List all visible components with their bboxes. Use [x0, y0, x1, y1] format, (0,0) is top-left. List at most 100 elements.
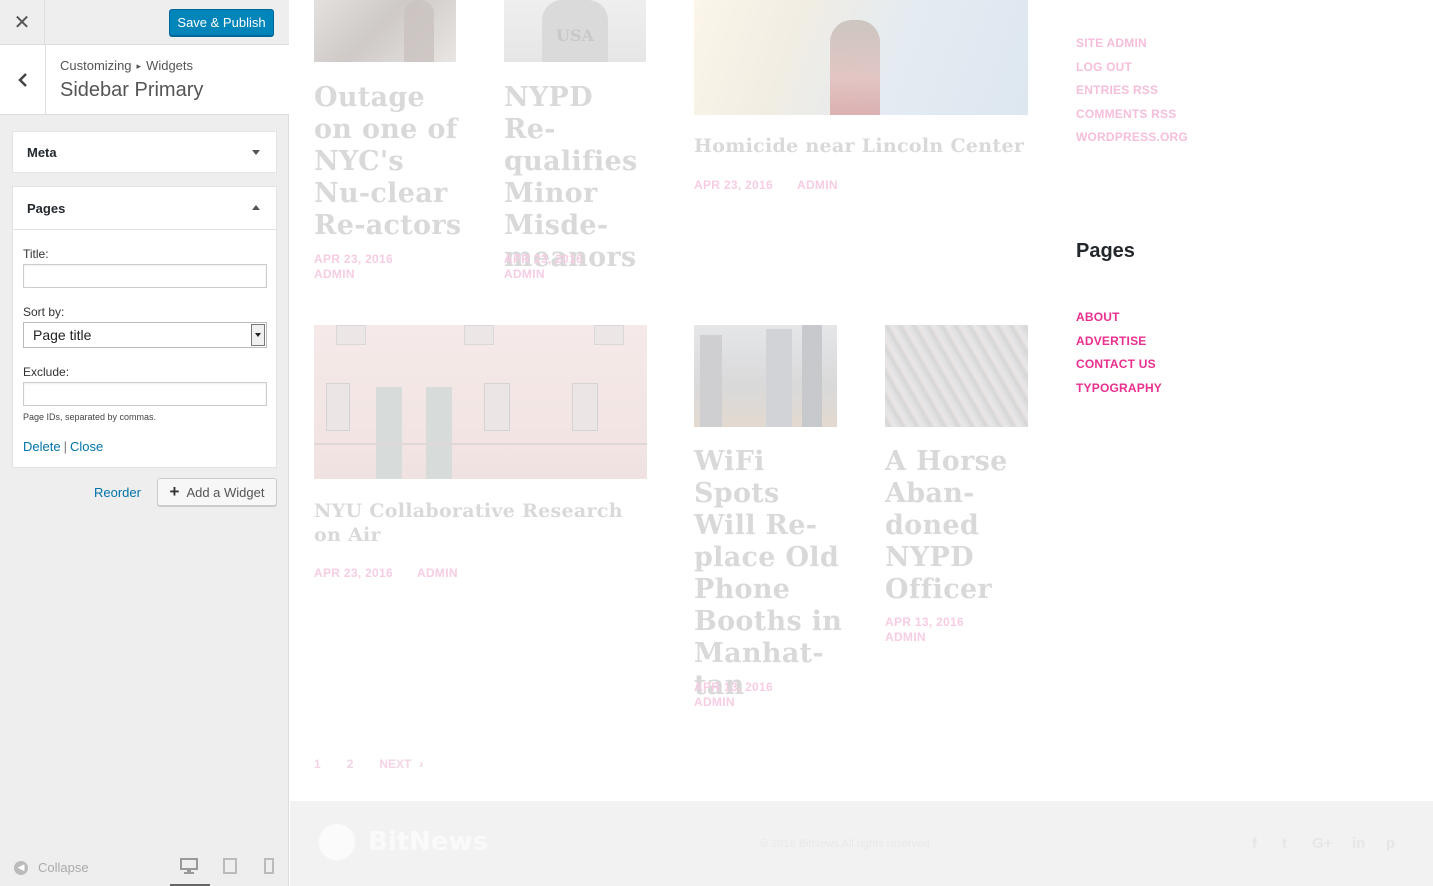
post-date: APR 23, 2016 — [314, 566, 393, 580]
caret-up-icon[interactable] — [252, 205, 260, 210]
post-thumbnail[interactable]: USA — [504, 0, 646, 62]
meta-widget[interactable]: Meta — [12, 131, 277, 173]
post-meta: APR 13, 2016 ADMIN — [885, 615, 964, 645]
breadcrumb: Customizing ▸ Widgets — [60, 58, 193, 73]
next-label: NEXT — [379, 757, 412, 771]
log-out-link[interactable]: LOG OUT — [1076, 56, 1188, 80]
post-title[interactable]: Outage on one of NYC's Nu-clear Re-actor… — [314, 82, 464, 242]
google-plus-icon[interactable]: G+ — [1312, 835, 1332, 852]
post-title[interactable]: WiFi Spots Will Re-place Old Phone Booth… — [694, 446, 844, 702]
post-author[interactable]: ADMIN — [417, 566, 458, 580]
collapse-button[interactable]: ◀ Collapse — [14, 860, 89, 875]
post-title[interactable]: NYPD Re-qualifies Minor Misde-meanors — [504, 82, 654, 274]
site-admin-link[interactable]: SITE ADMIN — [1076, 32, 1188, 56]
footer-logo-text: BitNews — [368, 827, 489, 857]
twitter-icon[interactable]: t — [1282, 835, 1287, 852]
next-page-link[interactable]: NEXT › — [379, 757, 423, 771]
post-meta: APR 23, 2016 ADMIN — [314, 566, 482, 580]
save-publish-button[interactable]: Save & Publish — [169, 9, 274, 36]
pagination: 1 2 NEXT › — [314, 757, 449, 771]
close-widget-link[interactable]: Close — [70, 439, 103, 454]
post-author[interactable]: ADMIN — [797, 178, 838, 192]
desktop-icon — [180, 858, 198, 874]
add-widget-button[interactable]: + Add a Widget — [157, 478, 277, 506]
page-2-link[interactable]: 2 — [347, 757, 354, 771]
post-meta: APR 13, 2016 ADMIN — [694, 680, 773, 710]
chevron-left-icon — [17, 72, 27, 87]
post-thumbnail[interactable] — [694, 0, 1028, 115]
tablet-icon — [223, 858, 237, 874]
post-title[interactable]: NYU Collaborative Research on Air — [314, 499, 644, 547]
post-thumbnail[interactable] — [885, 325, 1028, 427]
back-button[interactable] — [0, 45, 46, 114]
pages-widget: Pages Title: Sort by: Page title Exclude… — [12, 186, 277, 468]
linkedin-icon[interactable]: in — [1352, 835, 1365, 852]
post-thumbnail[interactable] — [694, 325, 837, 427]
page-1-link[interactable]: 1 — [314, 757, 321, 771]
post-date: APR 13, 2016 — [885, 615, 964, 629]
footer-logo[interactable]: BitNews — [318, 823, 488, 861]
advertise-link[interactable]: ADVERTISE — [1076, 330, 1162, 354]
shirt-print-image: USA — [556, 26, 594, 45]
post-author[interactable]: ADMIN — [314, 267, 393, 282]
exclude-field[interactable] — [23, 382, 267, 406]
post-thumbnail[interactable] — [314, 325, 647, 479]
post-date: APR 13, 2016 — [694, 680, 773, 694]
post-date: APR 23, 2016 — [694, 178, 773, 192]
collapse-arrow-icon: ◀ — [14, 860, 28, 875]
sort-by-label: Sort by: — [23, 305, 65, 319]
exclude-description: Page IDs, separated by commas. — [23, 412, 157, 422]
about-link[interactable]: ABOUT — [1076, 306, 1162, 330]
meta-widget-header[interactable]: Meta — [13, 132, 276, 172]
plus-icon: + — [169, 482, 180, 501]
post-title[interactable]: Homicide near Lincoln Center — [694, 133, 1034, 159]
section-title: Sidebar Primary — [60, 79, 204, 101]
meta-widget-title: Meta — [27, 144, 57, 160]
pages-widget-title: Pages — [27, 200, 66, 216]
exclude-label: Exclude: — [23, 365, 70, 379]
collapse-label: Collapse — [38, 860, 89, 875]
chevron-right-icon: › — [419, 757, 424, 771]
sort-by-select[interactable]: Page title — [23, 322, 267, 348]
actions-separator: | — [63, 439, 67, 454]
title-label: Title: — [23, 247, 49, 261]
post-thumbnail[interactable] — [314, 0, 456, 62]
close-customizer-button[interactable]: ✕ — [0, 0, 45, 44]
tablet-preview-button[interactable] — [222, 858, 242, 878]
typography-link[interactable]: TYPOGRAPHY — [1076, 377, 1162, 401]
section-header: Customizing ▸ Widgets Sidebar Primary — [0, 45, 289, 115]
post-meta: APR 23, 2016 ADMIN — [314, 252, 393, 282]
customizer-panel: ✕ Save & Publish Customizing ▸ Widgets Sid… — [0, 0, 289, 886]
reorder-link[interactable]: Reorder — [94, 485, 141, 500]
facebook-icon[interactable]: f — [1252, 835, 1257, 852]
sort-by-value: Page title — [33, 327, 92, 343]
mobile-icon — [264, 858, 274, 874]
post-meta: APR 23, 2016 ADMIN — [504, 252, 583, 282]
post-title[interactable]: A Horse Aban-doned NYPD Officer — [885, 446, 1035, 606]
breadcrumb-section: Widgets — [146, 58, 194, 73]
pages-widget-heading: Pages — [1076, 240, 1135, 262]
wordpress-org-link[interactable]: WORDPRESS.ORG — [1076, 126, 1188, 150]
add-widget-label: Add a Widget — [186, 484, 265, 500]
mobile-preview-button[interactable] — [263, 858, 283, 878]
pages-widget-header[interactable]: Pages — [13, 187, 276, 230]
post-author[interactable]: ADMIN — [504, 267, 583, 282]
contact-us-link[interactable]: CONTACT US — [1076, 353, 1162, 377]
footer-copyright: © 2016 BitNews All rights reserved — [760, 838, 930, 850]
post-date: APR 23, 2016 — [314, 252, 393, 266]
desktop-preview-button[interactable] — [180, 858, 200, 878]
comments-rss-link[interactable]: COMMENTS RSS — [1076, 103, 1188, 127]
post-author[interactable]: ADMIN — [694, 695, 773, 710]
breadcrumb-separator-icon: ▸ — [136, 61, 142, 71]
title-field[interactable] — [23, 264, 267, 288]
logo-ball-icon — [318, 823, 356, 861]
caret-down-icon[interactable] — [252, 150, 260, 155]
breadcrumb-root: Customizing — [60, 58, 132, 73]
widget-actions: Delete | Close — [23, 439, 103, 454]
entries-rss-link[interactable]: ENTRIES RSS — [1076, 79, 1188, 103]
close-icon: ✕ — [13, 11, 31, 34]
pinterest-icon[interactable]: p — [1386, 835, 1395, 852]
post-author[interactable]: ADMIN — [885, 630, 964, 645]
dropdown-arrow-icon[interactable] — [251, 324, 265, 346]
delete-widget-link[interactable]: Delete — [23, 439, 61, 454]
